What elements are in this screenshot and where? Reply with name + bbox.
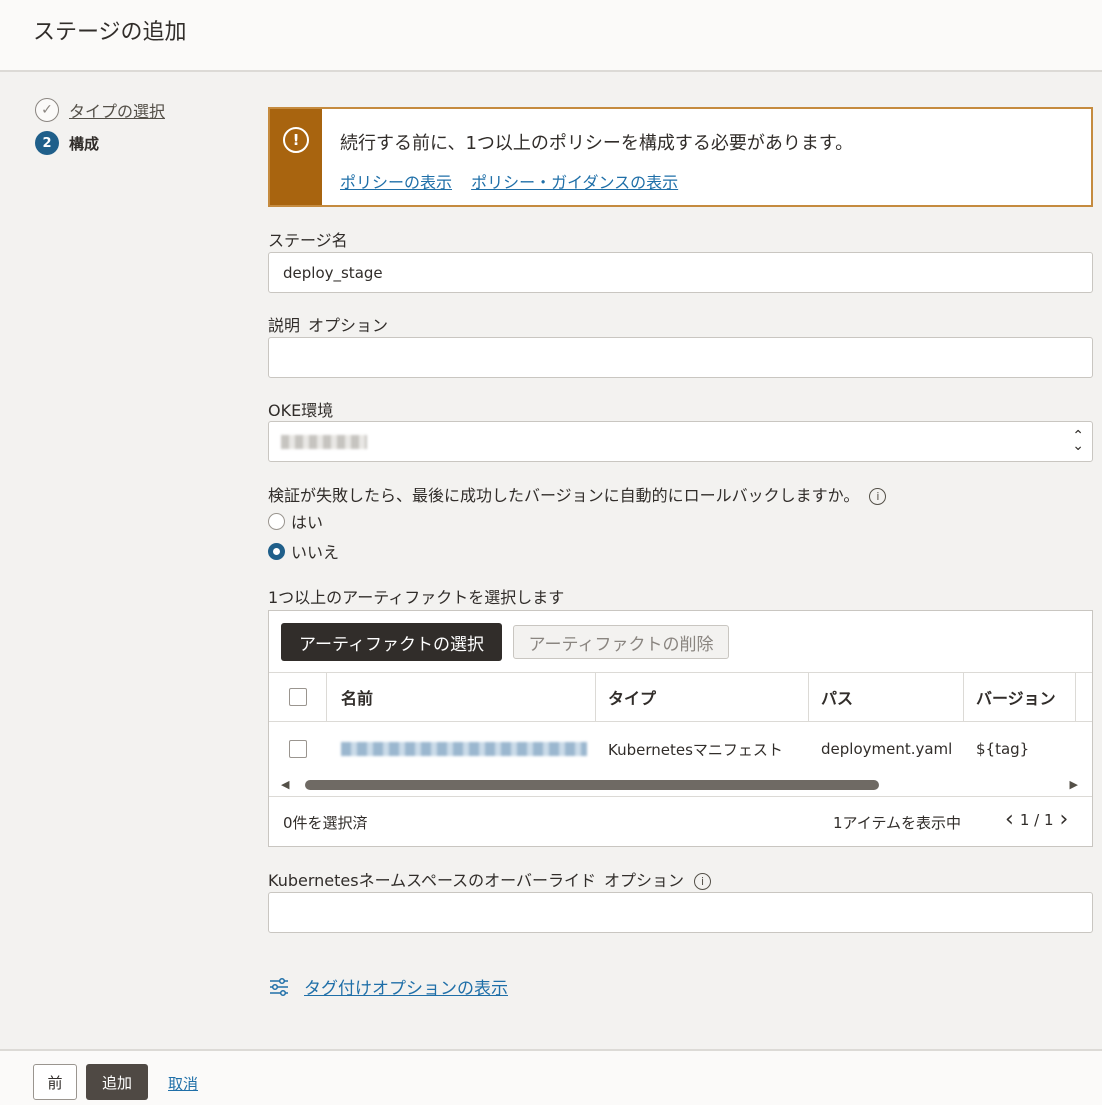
info-icon[interactable]: i [694,873,712,890]
info-icon[interactable]: i [869,488,887,505]
radio-yes[interactable] [268,512,285,530]
exclamation-icon: ! [283,127,309,153]
stage-name-label: ステージ名 [268,231,348,250]
description-label: 説明 オプション [268,316,389,335]
select-artifact-button[interactable]: アーティファクトの選択 [281,623,502,661]
artifact-path-cell: deployment.yaml [821,740,953,758]
step-configure-label: 構成 [69,134,100,153]
chevron-left-icon[interactable]: ‹ [1005,807,1014,832]
page-indicator: 1 / 1 [1019,810,1054,829]
rollback-question-label: 検証が失敗したら、最後に成功したバージョンに自動的にロールバックしますか。 i [268,482,887,506]
artifact-version-cell: ${tag} [976,740,1030,758]
tag-options-toggle[interactable]: タグ付けオプションの表示 [268,974,508,999]
step-configure: 2 構成 [35,131,165,155]
header-checkbox-cell [269,673,327,721]
description-input[interactable] [268,337,1093,378]
page-footer: 前 追加 取消 [0,1049,1102,1105]
view-policy-guidance-link[interactable]: ポリシー・ガイダンスの表示 [471,173,678,192]
remove-artifact-button[interactable]: アーティファクトの削除 [513,625,729,659]
artifacts-label: 1つ以上のアーティファクトを選択します [268,588,565,607]
radio-no[interactable] [268,542,285,560]
scroll-right-icon[interactable]: ▶ [1070,778,1078,791]
alert-icon-bar: ! [270,109,322,205]
oke-environment-select[interactable]: ⌃ ⌄ [268,421,1093,462]
step-number-badge: 2 [35,131,59,155]
column-header-version[interactable]: バージョン [964,673,1076,721]
select-all-checkbox[interactable] [288,688,307,706]
row-checkbox[interactable] [289,740,307,758]
artifact-name-link[interactable] [327,722,596,776]
pagination: ‹ 1 / 1 › [999,807,1074,832]
column-header-type[interactable]: タイプ [596,673,809,721]
alert-message: 続行する前に、1つ以上のポリシーを構成する必要があります。 [340,133,854,154]
policy-warning-alert: ! 続行する前に、1つ以上のポリシーを構成する必要があります。 ポリシーの表示 … [268,107,1093,207]
stage-name-input[interactable] [268,252,1093,293]
step-select-type[interactable]: ✓ タイプの選択 [35,98,165,122]
step-navigator: ✓ タイプの選択 2 構成 [35,98,165,164]
scroll-left-icon[interactable]: ◀ [281,778,289,791]
add-button[interactable]: 追加 [86,1064,148,1100]
table-row: Kubernetesマニフェスト deployment.yaml ${tag} [269,722,1092,776]
row-checkbox-cell [269,722,327,776]
column-header-path[interactable]: パス [809,673,964,721]
view-policies-link[interactable]: ポリシーの表示 [340,173,452,192]
page-title: ステージの追加 [33,20,187,45]
namespace-override-input[interactable] [268,892,1093,933]
scrollbar-thumb[interactable] [305,780,879,790]
table-header-row: 名前 タイプ パス バージョン [269,672,1092,722]
table-footer: 0件を選択済 1アイテムを表示中 ‹ 1 / 1 › [269,796,1092,846]
selected-count: 0件を選択済 [283,814,368,832]
items-shown: 1アイテムを表示中 [833,814,962,832]
previous-button[interactable]: 前 [33,1064,77,1100]
redacted-value [281,435,367,449]
rollback-yes-option[interactable]: はい [268,509,323,533]
redacted-artifact-name [341,742,587,756]
rollback-no-option[interactable]: いいえ [268,539,339,563]
artifacts-panel: アーティファクトの選択 アーティファクトの削除 名前 タイプ パス バージョン … [268,610,1093,847]
sliders-icon [270,977,288,996]
oke-environment-label: OKE環境 [268,401,334,420]
page-header: ステージの追加 [0,0,1102,72]
chevron-updown-icon: ⌃ ⌄ [1072,428,1084,454]
artifacts-table: 名前 タイプ パス バージョン Kubernetesマニフェスト deploym… [269,672,1092,776]
horizontal-scrollbar[interactable]: ◀ ▶ [269,776,1092,794]
checkmark-icon: ✓ [35,98,59,122]
show-tag-options-link[interactable]: タグ付けオプションの表示 [304,974,508,999]
namespace-override-label: Kubernetesネームスペースのオーバーライド オプション i [268,867,712,891]
chevron-right-icon[interactable]: › [1060,807,1069,832]
cancel-link[interactable]: 取消 [168,1073,198,1094]
artifact-type-cell: Kubernetesマニフェスト [608,740,783,759]
step-select-type-label[interactable]: タイプの選択 [69,98,165,122]
column-header-name[interactable]: 名前 [327,673,596,721]
